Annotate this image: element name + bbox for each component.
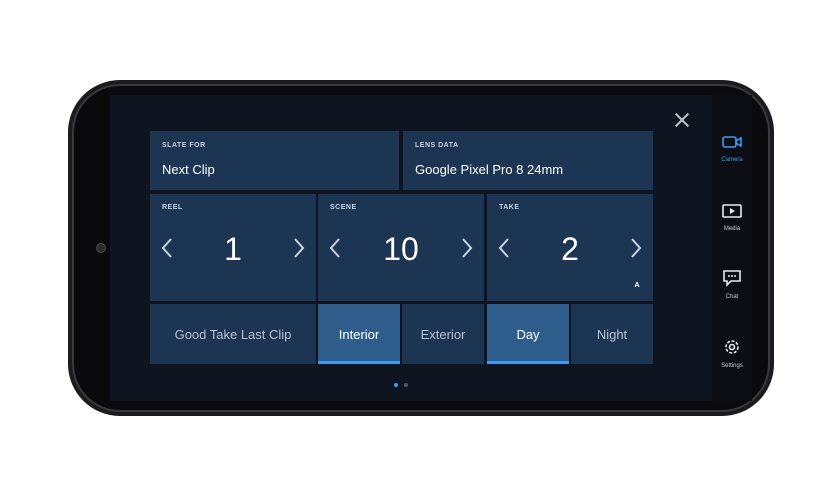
scene-label: SCENE	[330, 204, 357, 211]
page-dot[interactable]	[404, 383, 408, 387]
interior-label: Interior	[338, 326, 380, 342]
sidebar-item-chat[interactable]: Chat	[714, 268, 750, 300]
chat-icon	[723, 270, 741, 287]
slate-for-label: SLATE FOR	[162, 142, 206, 149]
lens-data-field[interactable]: LENS DATA Google Pixel Pro 8 24mm	[403, 131, 653, 190]
reel-stepper: REEL 1	[150, 194, 316, 301]
reel-increment-button[interactable]	[288, 233, 310, 263]
day-selected-indicator	[487, 361, 569, 364]
take-suffix: A	[634, 282, 640, 289]
reel-label: REEL	[162, 204, 183, 211]
chevron-right-icon	[294, 238, 305, 258]
front-camera	[96, 243, 106, 253]
page-dot-active[interactable]	[394, 383, 398, 387]
sidebar-item-camera[interactable]: Camera	[714, 133, 750, 163]
day-label: Day	[516, 326, 540, 342]
night-label: Night	[596, 326, 628, 342]
exterior-toggle[interactable]: Exterior	[402, 304, 484, 364]
sidebar-item-label: Settings	[721, 363, 743, 369]
lens-data-value: Google Pixel Pro 8 24mm	[415, 162, 564, 177]
interior-toggle[interactable]: Interior	[318, 304, 400, 364]
interior-selected-indicator	[318, 361, 400, 364]
sidebar-item-settings[interactable]: Settings	[714, 337, 750, 369]
chevron-right-icon	[631, 238, 642, 258]
good-take-button[interactable]: Good Take Last Clip	[150, 304, 316, 364]
chevron-right-icon	[462, 238, 473, 258]
close-button[interactable]	[673, 111, 691, 129]
lens-data-label: LENS DATA	[415, 142, 459, 149]
take-label: TAKE	[499, 204, 520, 211]
exterior-label: Exterior	[420, 326, 466, 342]
sidebar-item-media[interactable]: Media	[714, 202, 750, 232]
scene-stepper: SCENE 10	[318, 194, 484, 301]
slate-for-field[interactable]: SLATE FOR Next Clip	[150, 131, 399, 190]
take-increment-button[interactable]	[625, 233, 647, 263]
settings-icon	[725, 340, 739, 354]
scene-increment-button[interactable]	[456, 233, 478, 263]
sidebar-item-label: Camera	[721, 157, 743, 163]
camera-icon	[722, 136, 742, 148]
sidebar-item-label: Media	[723, 226, 741, 232]
good-take-label: Good Take Last Clip	[174, 326, 292, 342]
night-toggle[interactable]: Night	[571, 304, 653, 364]
sidebar-item-label: Chat	[725, 294, 739, 300]
slate-for-value: Next Clip	[162, 162, 215, 177]
take-stepper: TAKE 2 A	[487, 194, 653, 301]
media-icon	[722, 204, 742, 218]
day-toggle[interactable]: Day	[487, 304, 569, 364]
